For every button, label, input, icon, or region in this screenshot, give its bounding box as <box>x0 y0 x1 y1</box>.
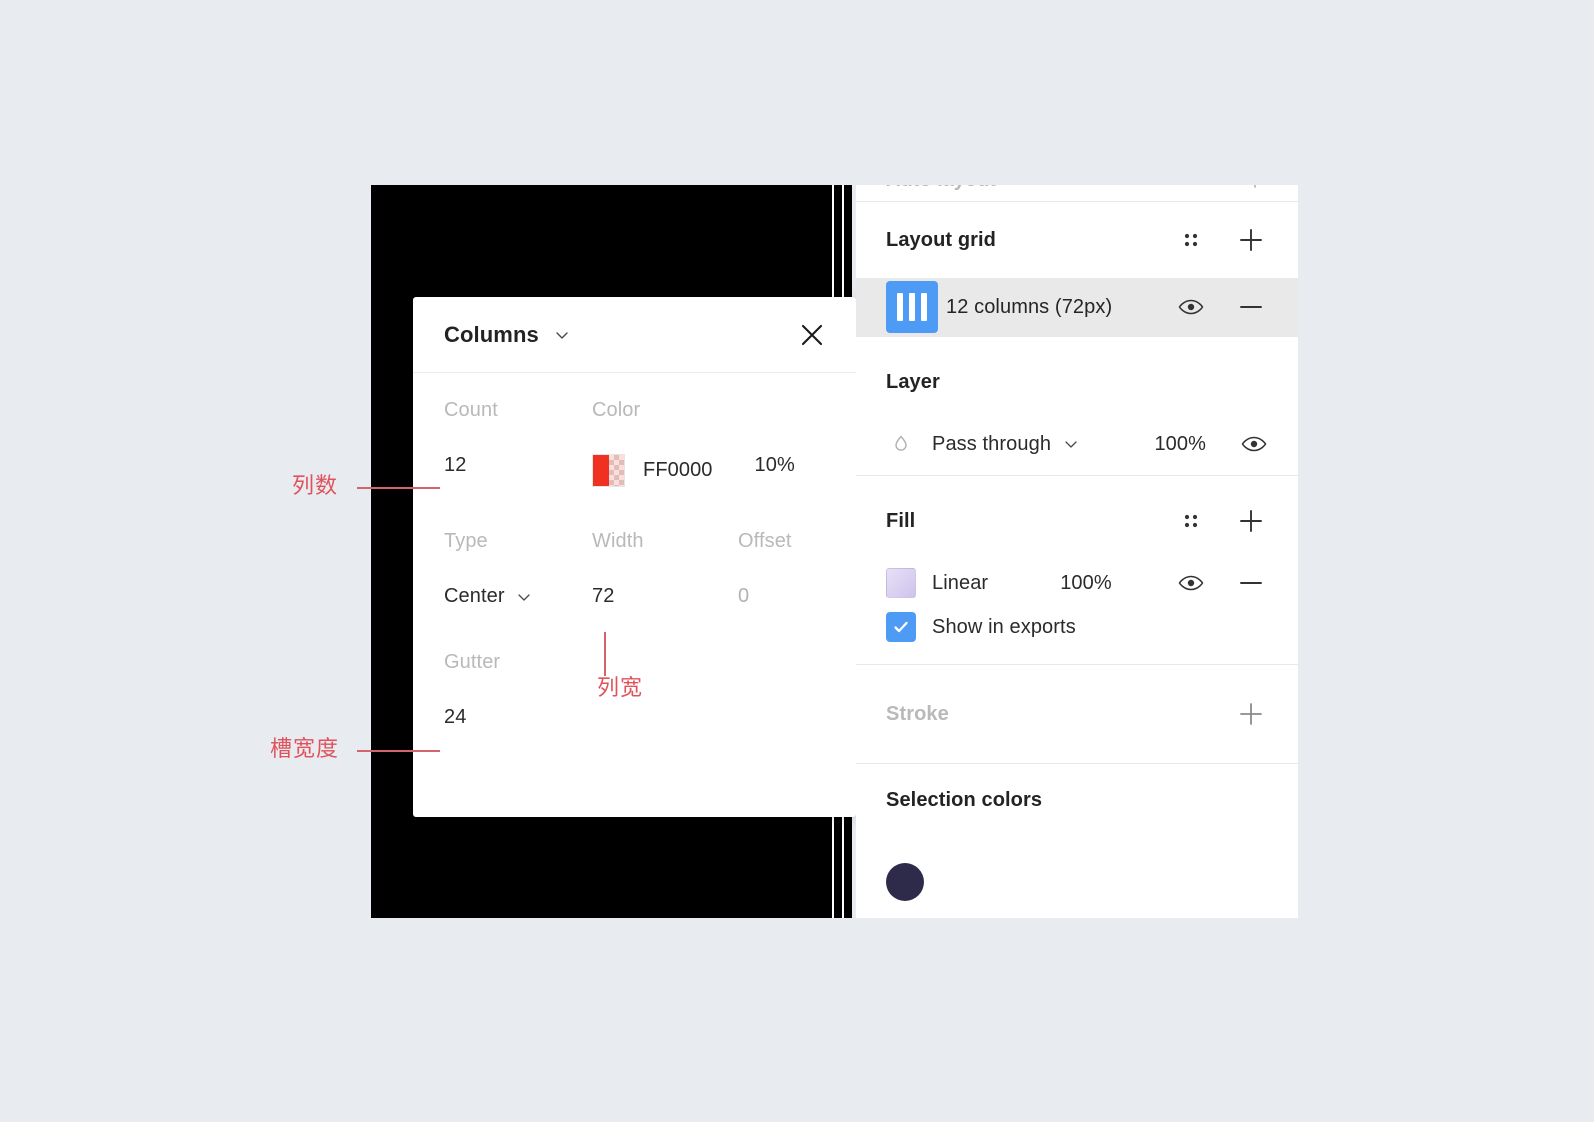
count-color-label-row: Count Color <box>444 399 825 422</box>
color-hex-input[interactable]: FF0000 <box>643 459 713 482</box>
show-in-exports-label: Show in exports <box>932 615 1076 638</box>
plus-icon[interactable] <box>1234 223 1268 257</box>
type-width-offset-label-row: Type Width Offset <box>444 530 825 553</box>
count-label: Count <box>444 399 498 421</box>
layout-grid-item[interactable]: 12 columns (72px) <box>856 278 1298 336</box>
gutter-input[interactable]: 24 <box>444 706 592 729</box>
fill-header: Fill <box>856 476 1298 554</box>
four-dots-icon[interactable] <box>1174 504 1208 538</box>
color-opacity-input[interactable]: 10% <box>755 454 795 477</box>
type-select-value: Center <box>444 585 505 607</box>
chevron-down-icon[interactable] <box>1062 435 1080 453</box>
layout-grid-header: Layout grid <box>856 202 1298 278</box>
selection-color-item[interactable] <box>856 862 1298 902</box>
dialog-header: Columns <box>413 297 856 373</box>
fill-section: Fill Linear 100% Show in exports <box>856 476 1298 665</box>
annotation-width-label: 列宽 <box>597 675 644 700</box>
offset-label: Offset <box>738 530 792 552</box>
blend-mode-droplet-icon <box>886 433 916 455</box>
color-field[interactable]: FF0000 <box>592 454 713 487</box>
width-label: Width <box>592 530 644 552</box>
layer-section: Layer Pass through 100% <box>856 337 1298 476</box>
selection-color-swatch[interactable] <box>886 863 924 901</box>
eye-icon[interactable] <box>1174 290 1208 324</box>
dialog-title: Columns <box>444 321 539 347</box>
plus-icon[interactable] <box>1242 185 1268 196</box>
layout-grid-title: Layout grid <box>886 228 996 251</box>
minus-icon[interactable] <box>1234 566 1268 600</box>
type-select[interactable]: Center <box>444 585 592 608</box>
eye-icon[interactable] <box>1206 430 1268 458</box>
stroke-section: Stroke <box>856 665 1298 764</box>
color-swatch[interactable] <box>592 454 625 487</box>
layer-header: Layer <box>856 337 1298 413</box>
fill-item-row: Linear 100% <box>856 554 1298 612</box>
columns-settings-dialog: Columns Count Color 12 FF0000 10% Type W… <box>413 297 856 817</box>
count-input[interactable]: 12 <box>444 454 592 477</box>
layer-blend-row: Pass through 100% <box>856 413 1298 475</box>
properties-panel: Auto layout Layout grid <box>856 185 1298 918</box>
layer-title: Layer <box>886 370 940 393</box>
annotation-count-leader <box>357 487 440 489</box>
blend-mode-value[interactable]: Pass through <box>932 433 1051 456</box>
chevron-down-icon <box>515 588 533 606</box>
type-width-offset-value-row: Center 72 0 <box>444 585 825 608</box>
annotation-gutter-label: 槽宽度 <box>270 736 340 761</box>
four-dots-icon[interactable] <box>1174 223 1208 257</box>
layer-opacity-input[interactable]: 100% <box>1154 433 1206 456</box>
type-label: Type <box>444 530 488 552</box>
stroke-header: Stroke <box>856 665 1298 763</box>
gradient-swatch[interactable] <box>886 568 916 598</box>
eye-icon[interactable] <box>1174 566 1208 600</box>
show-in-exports-checkbox[interactable] <box>886 612 916 642</box>
show-in-exports-row[interactable]: Show in exports <box>856 612 1298 664</box>
minus-icon[interactable] <box>1234 290 1268 324</box>
offset-input[interactable]: 0 <box>738 585 848 608</box>
annotation-count-label: 列数 <box>292 473 339 498</box>
gutter-label: Gutter <box>444 651 501 673</box>
count-color-value-row: 12 FF0000 10% <box>444 454 825 487</box>
chevron-down-icon[interactable] <box>552 325 572 345</box>
layout-grid-section: Layout grid 12 columns (72px) <box>856 202 1298 337</box>
annotation-gutter-leader <box>357 750 440 752</box>
selection-colors-header: Selection colors <box>856 764 1298 862</box>
auto-layout-title: Auto layout <box>886 185 996 192</box>
selection-colors-section: Selection colors <box>856 764 1298 902</box>
column-grid-icon[interactable] <box>886 281 938 333</box>
close-icon[interactable] <box>794 317 830 353</box>
fill-title: Fill <box>886 509 916 532</box>
color-label: Color <box>592 399 641 421</box>
auto-layout-section[interactable]: Auto layout <box>856 185 1298 202</box>
width-input[interactable]: 72 <box>592 585 738 608</box>
screenshot-stage: Columns Count Color 12 FF0000 10% Type W… <box>0 0 1594 1122</box>
gutter-value-row: 24 <box>444 706 825 729</box>
layout-grid-item-label: 12 columns (72px) <box>946 295 1113 318</box>
plus-icon[interactable] <box>1234 697 1268 731</box>
plus-icon[interactable] <box>1234 504 1268 538</box>
fill-opacity-input[interactable]: 100% <box>1060 572 1112 595</box>
selection-colors-title: Selection colors <box>886 789 1043 811</box>
stroke-title: Stroke <box>886 702 949 725</box>
fill-type-value[interactable]: Linear <box>932 572 988 595</box>
